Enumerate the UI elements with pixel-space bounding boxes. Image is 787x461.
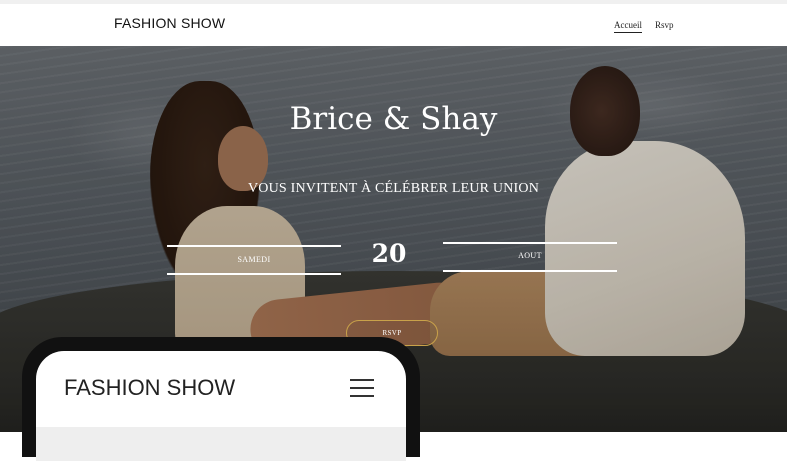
nav-link-rsvp[interactable]: Rsvp [655, 20, 674, 30]
mobile-brand[interactable]: FASHION SHOW [64, 375, 235, 401]
mobile-screen: FASHION SHOW [36, 351, 406, 461]
site-header: FASHION SHOW Accueil Rsvp [0, 4, 787, 46]
hamburger-menu-icon[interactable] [350, 379, 374, 397]
date-day: SAMEDI [167, 245, 341, 275]
site-brand[interactable]: FASHION SHOW [114, 15, 225, 31]
invite-text: VOUS INVITENT À CÉLÉBRER LEUR UNION [248, 181, 539, 196]
mobile-phone-frame: FASHION SHOW [22, 337, 420, 461]
date-number: 20 [371, 239, 407, 268]
couple-title: Brice & Shay [289, 101, 498, 137]
date-month: AOUT [443, 242, 617, 272]
mobile-content-bar [36, 427, 406, 461]
nav-link-accueil[interactable]: Accueil [614, 20, 642, 33]
